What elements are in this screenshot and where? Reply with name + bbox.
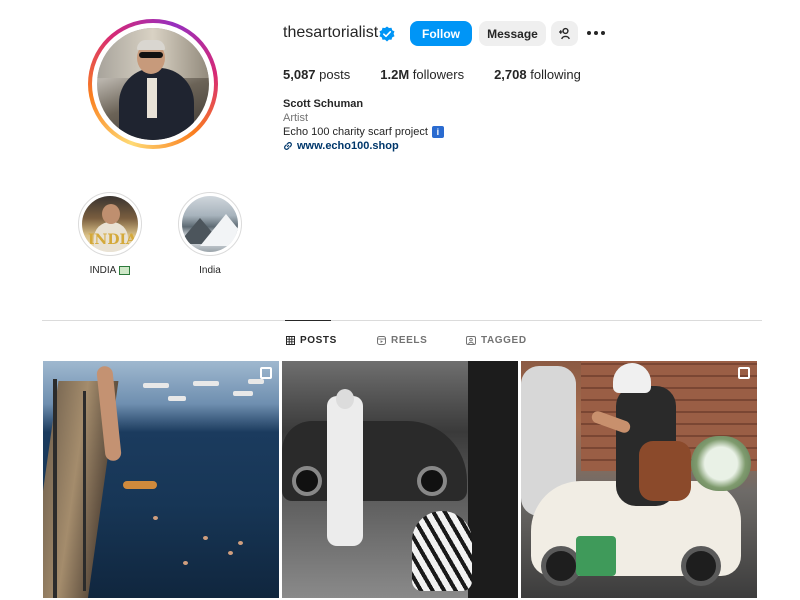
posts-stat: 5,087 posts xyxy=(283,67,350,82)
profile-avatar[interactable] xyxy=(88,19,218,149)
highlight-cover xyxy=(182,196,238,252)
following-stat[interactable]: 2,708 following xyxy=(494,67,581,82)
follow-button[interactable]: Follow xyxy=(410,21,472,46)
verified-badge-icon xyxy=(379,26,395,42)
tagged-icon xyxy=(466,336,476,345)
profile-full-name: Scott Schuman xyxy=(283,98,364,110)
grid-icon xyxy=(286,336,295,345)
highlight-label-text: INDIA xyxy=(89,265,117,276)
highlight-label-text: India xyxy=(199,265,221,276)
highlight-label: India xyxy=(178,265,242,276)
suggested-users-button[interactable] xyxy=(551,21,578,46)
carousel-icon xyxy=(738,367,750,379)
avatar-photo xyxy=(97,28,209,140)
tab-tagged[interactable]: TAGGED xyxy=(466,335,527,346)
profile-stats: 5,087 posts 1.2M followers 2,708 followi… xyxy=(283,67,611,82)
following-label: following xyxy=(530,67,581,82)
highlight-india-2[interactable]: India xyxy=(178,192,242,276)
tab-posts-label: POSTS xyxy=(300,335,337,346)
profile-username: thesartorialist xyxy=(283,24,379,41)
posts-label: posts xyxy=(319,67,351,82)
highlight-label: INDIA xyxy=(78,265,142,276)
reels-icon xyxy=(377,336,386,345)
bio-text: Echo 100 charity scarf project xyxy=(283,126,428,138)
more-options-icon[interactable] xyxy=(586,26,606,40)
tab-reels[interactable]: REELS xyxy=(377,335,427,346)
post-thumbnail[interactable] xyxy=(521,361,757,598)
posts-count: 5,087 xyxy=(283,67,316,82)
profile-category: Artist xyxy=(283,112,309,124)
link-text: www.echo100.shop xyxy=(297,140,399,152)
tab-posts[interactable]: POSTS xyxy=(286,335,337,346)
highlight-cover-text: INDIA xyxy=(88,232,137,248)
tab-tagged-label: TAGGED xyxy=(481,335,527,346)
followers-count: 1.2M xyxy=(380,67,410,82)
message-button[interactable]: Message xyxy=(479,21,546,46)
followers-stat[interactable]: 1.2M followers xyxy=(380,67,464,82)
tab-reels-label: REELS xyxy=(391,335,428,346)
highlight-cover: INDIA xyxy=(82,196,138,252)
post-thumbnail[interactable] xyxy=(282,361,518,598)
notebook-emoji-icon xyxy=(119,266,131,275)
post-thumbnail[interactable] xyxy=(43,361,279,598)
carousel-icon xyxy=(260,367,272,379)
profile-link[interactable]: www.echo100.shop xyxy=(283,140,399,152)
following-count: 2,708 xyxy=(494,67,527,82)
link-icon xyxy=(284,142,292,150)
info-emoji-icon: i xyxy=(431,126,444,138)
add-user-icon xyxy=(559,27,570,40)
profile-bio: Echo 100 charity scarf project i xyxy=(283,126,444,138)
active-tab-indicator xyxy=(285,320,331,321)
highlight-india[interactable]: INDIA INDIA xyxy=(78,192,142,276)
tabs-divider xyxy=(42,320,762,321)
followers-label: followers xyxy=(412,67,465,82)
